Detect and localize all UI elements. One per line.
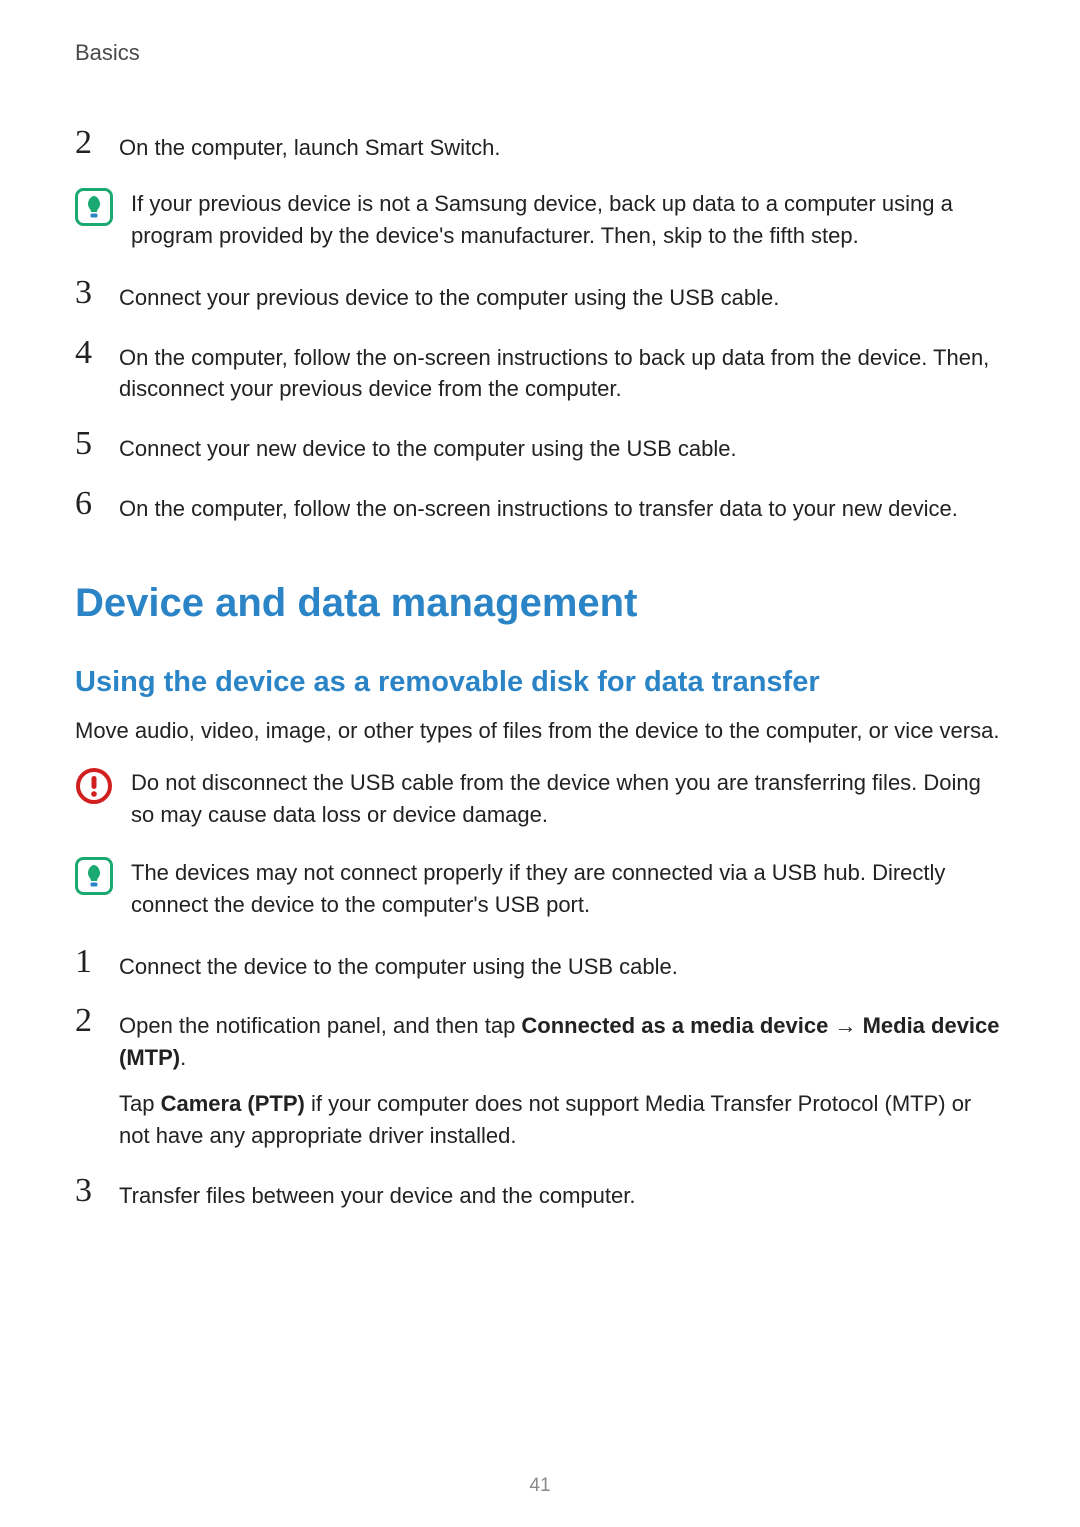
note-warning: Do not disconnect the USB cable from the… — [75, 765, 1005, 831]
step-text: Connect the device to the computer using… — [119, 945, 1005, 983]
note-tip: The devices may not connect properly if … — [75, 855, 1005, 921]
step-text: Connect your new device to the computer … — [119, 427, 1005, 465]
step-text: Open the notification panel, and then ta… — [119, 1004, 1005, 1152]
step-item: 3 Transfer files between your device and… — [75, 1174, 1005, 1212]
note-text: The devices may not connect properly if … — [131, 855, 1005, 921]
step-item: 6 On the computer, follow the on-screen … — [75, 487, 1005, 525]
tip-icon — [75, 188, 113, 226]
step-item: 2 Open the notification panel, and then … — [75, 1004, 1005, 1152]
text-fragment: . — [180, 1045, 186, 1070]
intro-paragraph: Move audio, video, image, or other types… — [75, 715, 1005, 747]
step-item: 3 Connect your previous device to the co… — [75, 276, 1005, 314]
manual-page: Basics 2 On the computer, launch Smart S… — [0, 0, 1080, 1527]
step-number: 1 — [75, 945, 101, 983]
step-number: 6 — [75, 487, 101, 525]
step-number: 3 — [75, 1174, 101, 1212]
step-text: Connect your previous device to the comp… — [119, 276, 1005, 314]
heading-h2: Using the device as a removable disk for… — [75, 666, 1005, 699]
step-item: 1 Connect the device to the computer usi… — [75, 945, 1005, 983]
step-number: 4 — [75, 336, 101, 406]
page-number: 41 — [0, 1475, 1080, 1497]
step-text: On the computer, follow the on-screen in… — [119, 336, 1005, 406]
note-text: Do not disconnect the USB cable from the… — [131, 765, 1005, 831]
arrow-icon: → — [828, 1013, 862, 1038]
warning-icon — [75, 767, 113, 805]
bold-text: Connected as a media device — [521, 1013, 828, 1038]
step-number: 3 — [75, 276, 101, 314]
step-number: 2 — [75, 1004, 101, 1152]
note-tip: If your previous device is not a Samsung… — [75, 186, 1005, 252]
step-item: 2 On the computer, launch Smart Switch. — [75, 126, 1005, 164]
tip-icon — [75, 857, 113, 895]
step-number: 5 — [75, 427, 101, 465]
step-text: Transfer files between your device and t… — [119, 1174, 1005, 1212]
step-text: On the computer, follow the on-screen in… — [119, 487, 1005, 525]
step-text: On the computer, launch Smart Switch. — [119, 126, 1005, 164]
bold-text: Camera (PTP) — [161, 1091, 305, 1116]
heading-h1: Device and data management — [75, 581, 1005, 626]
text-fragment: Tap — [119, 1091, 161, 1116]
note-text: If your previous device is not a Samsung… — [131, 186, 1005, 252]
text-fragment: Open the notification panel, and then ta… — [119, 1013, 521, 1038]
step-item: 5 Connect your new device to the compute… — [75, 427, 1005, 465]
step-item: 4 On the computer, follow the on-screen … — [75, 336, 1005, 406]
section-label: Basics — [75, 40, 1005, 66]
step-number: 2 — [75, 126, 101, 164]
